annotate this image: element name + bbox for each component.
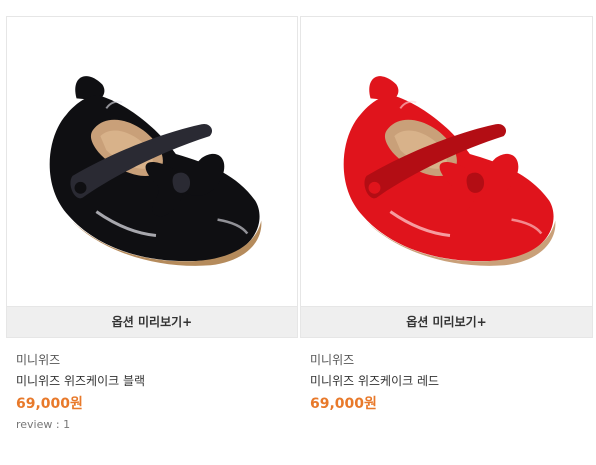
product-name-link[interactable]: 미니위즈 위즈케이크 레드 — [310, 372, 439, 389]
shoe-illustration — [49, 76, 262, 266]
product-card-black[interactable]: 옵션 미리보기+ 미니위즈 미니위즈 위즈케이크 블랙 69,000원 revi… — [6, 16, 298, 456]
review-count[interactable]: review : 1 — [16, 418, 70, 431]
product-price: 69,000원 — [310, 396, 377, 412]
product-brand: 미니위즈 — [310, 353, 355, 367]
product-card-red[interactable]: 옵션 미리보기+ 미니위즈 미니위즈 위즈케이크 레드 69,000원 — [300, 16, 593, 456]
product-brand: 미니위즈 — [16, 353, 61, 367]
product-price: 69,000원 — [16, 396, 83, 412]
product-name-link[interactable]: 미니위즈 위즈케이크 블랙 — [16, 372, 145, 389]
option-preview-button[interactable]: 옵션 미리보기+ — [300, 307, 593, 338]
shoe-illustration — [343, 76, 556, 266]
product-image-red-shoe[interactable] — [300, 16, 593, 307]
product-image-black-shoe[interactable] — [6, 16, 298, 307]
option-preview-button[interactable]: 옵션 미리보기+ — [6, 307, 298, 338]
